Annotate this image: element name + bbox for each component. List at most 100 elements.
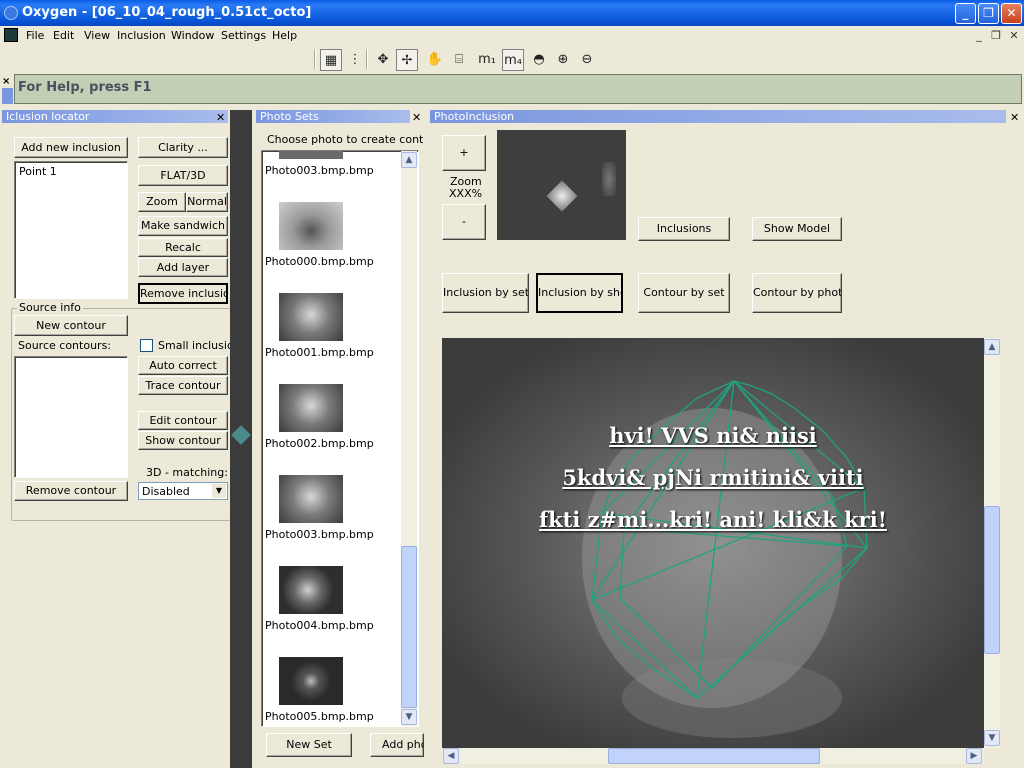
menu-edit[interactable]: Edit <box>53 29 74 42</box>
scroll-right-icon[interactable]: ▶ <box>966 748 982 764</box>
list-item[interactable]: Point 1 <box>19 165 57 178</box>
toolbar-separator <box>366 49 368 69</box>
canvas-vertical-scrollbar[interactable]: ▲ ▼ <box>984 338 1000 748</box>
photo-label[interactable]: Photo001.bmp.bmp <box>265 346 374 359</box>
panel-close-icon[interactable]: ✕ <box>412 111 421 124</box>
helpbar-grip <box>2 88 13 104</box>
zoom-in-button[interactable]: + <box>442 135 486 171</box>
chevron-down-icon[interactable]: ▼ <box>212 484 226 498</box>
edit-contour-button[interactable]: Edit contour <box>138 411 228 430</box>
contour-by-photo-button[interactable]: Contour by photo <box>752 273 842 313</box>
mdi-close-icon[interactable]: ✕ <box>1007 29 1021 43</box>
photo-thumbnail[interactable] <box>279 202 343 250</box>
menu-settings[interactable]: Settings <box>221 29 266 42</box>
scroll-thumb[interactable] <box>401 546 417 708</box>
scroll-down-icon[interactable]: ▼ <box>984 730 1000 746</box>
vertical-dots-icon[interactable]: ⋮ <box>344 49 366 71</box>
mdi-restore-icon[interactable]: ❐ <box>989 29 1003 43</box>
grid-icon[interactable]: ▦ <box>320 49 342 71</box>
photo-thumbnail[interactable] <box>279 384 343 432</box>
source-contours-list[interactable] <box>14 356 128 478</box>
menu-file[interactable]: File <box>26 29 44 42</box>
eye-icon[interactable]: ◓ <box>528 49 550 71</box>
auto-correct-button[interactable]: Auto correct <box>138 356 228 375</box>
show-model-button[interactable]: Show Model <box>752 217 842 241</box>
mdi-minimize-icon[interactable]: _ <box>972 29 986 43</box>
move-split-icon[interactable]: ✢ <box>396 49 418 71</box>
menu-inclusion[interactable]: Inclusion <box>117 29 166 42</box>
matching-label: 3D - matching: <box>146 466 228 479</box>
preview-thumbnail[interactable] <box>497 130 626 240</box>
hand-icon[interactable]: ✋ <box>424 49 446 71</box>
menu-help[interactable]: Help <box>272 29 297 42</box>
app-icon <box>4 6 18 20</box>
panel-close-icon[interactable]: ✕ <box>216 111 225 124</box>
new-set-button[interactable]: New Set <box>266 733 352 757</box>
canvas-horizontal-scrollbar[interactable]: ◀ ▶ <box>442 748 984 764</box>
menu-view[interactable]: View <box>84 29 110 42</box>
photo-label[interactable]: Photo003.bmp.bmp <box>265 164 374 177</box>
toolbar: ▦ ⋮ ✥ ✢ ✋ ⌸ m₁ m₄ ◓ ⊕ ⊖ <box>0 46 1024 72</box>
remove-inclusion-button[interactable]: Remove inclusion <box>138 283 228 304</box>
normal-button[interactable]: Normal <box>186 192 228 212</box>
panel-title: PhotoInclusion <box>430 110 1006 123</box>
inclusions-button[interactable]: Inclusions <box>638 217 730 241</box>
inclusion-list[interactable]: Point 1 <box>14 161 128 299</box>
photo-list-scrollbar[interactable]: ▲ ▼ <box>401 151 417 726</box>
scroll-up-icon[interactable]: ▲ <box>401 152 417 168</box>
m1-icon[interactable]: m₁ <box>476 49 498 71</box>
photo-thumbnail[interactable] <box>279 293 343 341</box>
zoom-value: XXX% <box>449 187 483 200</box>
matching-select[interactable]: Disabled ▼ <box>138 482 228 500</box>
window-title: Oxygen - [06_10_04_rough_0.51ct_octo] <box>22 5 312 20</box>
inclusion-by-set-button[interactable]: Inclusion by set <box>442 273 529 313</box>
scroll-down-icon[interactable]: ▼ <box>401 709 417 725</box>
photo-label[interactable]: Photo004.bmp.bmp <box>265 619 374 632</box>
close-button[interactable]: ✕ <box>1001 3 1022 24</box>
zoom-out-icon[interactable]: ⊖ <box>576 49 598 71</box>
scroll-left-icon[interactable]: ◀ <box>443 748 459 764</box>
photo-thumbnail[interactable] <box>279 475 343 523</box>
photo-thumbnail[interactable] <box>279 151 343 159</box>
maximize-button[interactable]: ❐ <box>978 3 999 24</box>
remove-contour-button[interactable]: Remove contour <box>14 481 128 501</box>
minimize-button[interactable]: _ <box>955 3 976 24</box>
show-contour-button[interactable]: Show contour <box>138 431 228 450</box>
scroll-thumb[interactable] <box>608 748 820 764</box>
make-sandwich-button[interactable]: Make sandwich <box>138 216 228 236</box>
photo-label[interactable]: Photo003.bmp.bmp <box>265 528 374 541</box>
zoom-out-button[interactable]: - <box>442 204 486 240</box>
add-layer-button[interactable]: Add layer <box>138 258 228 277</box>
new-contour-button[interactable]: New contour <box>14 315 128 336</box>
photo-label[interactable]: Photo002.bmp.bmp <box>265 437 374 450</box>
photo-thumbnail[interactable] <box>279 566 343 614</box>
helpbar-close-icon[interactable]: × <box>2 76 10 87</box>
photo-label[interactable]: Photo000.bmp.bmp <box>265 255 374 268</box>
small-inclusion-checkbox[interactable] <box>140 339 153 352</box>
menu-window[interactable]: Window <box>171 29 214 42</box>
move-icon[interactable]: ✥ <box>372 49 394 71</box>
light-reflection <box>602 162 616 196</box>
photo-label[interactable]: Photo005.bmp.bmp <box>265 710 374 723</box>
contour-by-set-button[interactable]: Contour by set <box>638 273 730 313</box>
scroll-up-icon[interactable]: ▲ <box>984 339 1000 355</box>
scroll-thumb[interactable] <box>984 506 1000 654</box>
add-photo-button[interactable]: Add pho <box>370 733 424 757</box>
photo-list[interactable]: Photo003.bmp.bmp Photo000.bmp.bmp Photo0… <box>261 150 419 727</box>
photo-thumbnail[interactable] <box>279 657 343 705</box>
display-icon[interactable]: ⌸ <box>448 49 470 71</box>
overlay-line: hvi! VVS ni& niisi <box>609 423 817 448</box>
panel-close-icon[interactable]: ✕ <box>1010 111 1019 124</box>
zoom-button[interactable]: Zoom <box>138 192 186 212</box>
add-inclusion-button[interactable]: Add new inclusion <box>14 137 128 158</box>
inclusion-by-shot-button[interactable]: Inclusion by shot <box>536 273 623 313</box>
zoom-in-icon[interactable]: ⊕ <box>552 49 574 71</box>
m4-icon[interactable]: m₄ <box>502 49 524 71</box>
flat3d-button[interactable]: FLAT/3D <box>138 165 228 186</box>
diamond-wireframe-model <box>582 379 868 738</box>
clarity-button[interactable]: Clarity ... <box>138 137 228 158</box>
document-icon[interactable] <box>4 28 18 42</box>
trace-contour-button[interactable]: Trace contour <box>138 376 228 395</box>
recalc-button[interactable]: Recalc <box>138 238 228 257</box>
photo-canvas[interactable]: hvi! VVS ni& niisi 5kdvi& pjNi rmitini& … <box>442 338 984 748</box>
